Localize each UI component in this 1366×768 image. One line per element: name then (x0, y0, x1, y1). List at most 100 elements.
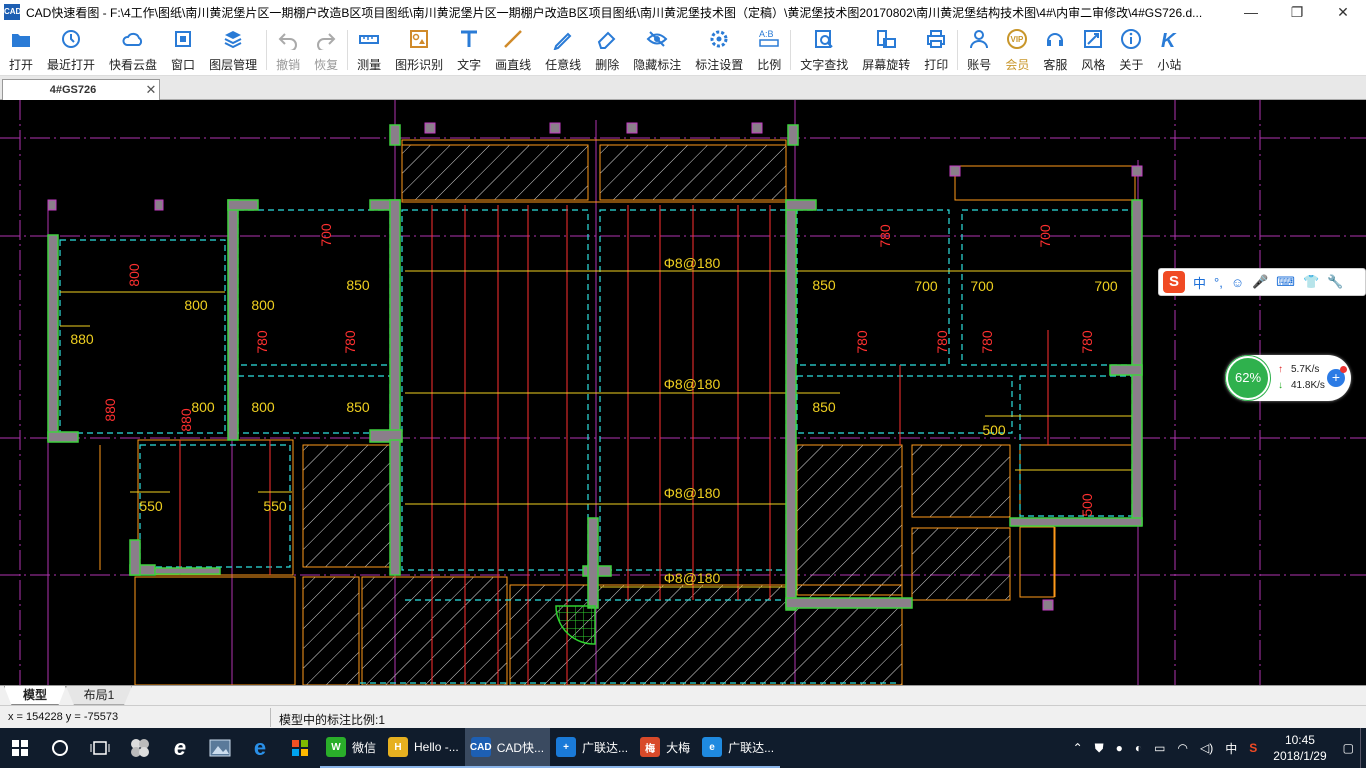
store-icon[interactable] (280, 728, 320, 768)
toolbar-cloud-button[interactable]: 快看云盘 (102, 24, 164, 74)
close-button[interactable]: ✕ (1320, 0, 1366, 24)
dimension-label: 850 (812, 277, 836, 293)
toolbar-redo-button[interactable]: 恢复 (307, 24, 345, 74)
qq-icon[interactable]: ● (1110, 741, 1129, 755)
rebar-label: Φ8@180 (664, 376, 721, 392)
toolbar-printer-button[interactable]: 打印 (917, 24, 955, 74)
volume-icon[interactable]: ◁) (1194, 741, 1219, 755)
toolbar-button-label: 隐藏标注 (633, 58, 682, 72)
toolbar-scale-button[interactable]: A:B 比例 (750, 24, 788, 74)
ime-chinese-toggle[interactable]: 中 (1193, 273, 1206, 292)
close-tab-icon[interactable]: ✕ (143, 82, 159, 98)
toolbar-recent-clock-button[interactable]: 最近打开 (40, 24, 102, 74)
taskbar-app-hello-app[interactable]: H Hello -... (382, 728, 465, 768)
photo-viewer-icon[interactable] (200, 728, 240, 768)
taskbar-app-wechat[interactable]: W 微信 (320, 728, 383, 768)
dimension-label: 800 (251, 399, 275, 415)
minimize-button[interactable]: — (1228, 0, 1274, 24)
ime-settings-icon[interactable]: 🔧 (1327, 274, 1343, 290)
toolbar-window-button[interactable]: 窗口 (164, 24, 202, 74)
taskbar-app-dameimei[interactable]: 梅大梅 (634, 728, 697, 768)
memory-percent[interactable]: 62% (1226, 356, 1270, 400)
upload-speed-value: 5.7K/s (1291, 364, 1320, 375)
dimension-label: 700 (970, 278, 994, 294)
shield-icon[interactable]: ⛊ (1089, 741, 1110, 756)
edge-icon[interactable]: e (240, 728, 280, 768)
toolbar-site-k-button[interactable]: K 小站 (1150, 24, 1188, 74)
taskbar-app-cad-app[interactable]: CAD CAD快... (464, 728, 551, 768)
toolbar-rotate-screen-button[interactable]: 屏幕旋转 (855, 24, 917, 74)
dimension-label: 500 (982, 422, 1006, 438)
toolbar-vip-button[interactable]: VIP 会员 (998, 24, 1036, 74)
style-icon (1082, 28, 1104, 50)
task-view-icon[interactable] (80, 728, 120, 768)
battery-icon[interactable]: ▭ (1148, 741, 1171, 755)
wechat-tray-icon[interactable]: ◐ (1129, 741, 1148, 755)
toolbar-layers-button[interactable]: 图层管理 (202, 24, 264, 74)
toolbar-button-label: 画直线 (495, 58, 532, 72)
toolbar-text-button[interactable]: 文字 (450, 24, 488, 74)
dimension-label: 780 (1079, 330, 1095, 354)
sogou-tray-icon[interactable]: S (1243, 741, 1263, 755)
tab-model[interactable]: 模型 (4, 686, 66, 705)
svg-text:VIP: VIP (1011, 35, 1025, 44)
toolbar-text-search-button[interactable]: 文字查找 (793, 24, 855, 74)
tray-expand-icon[interactable]: ⌃ (1067, 741, 1089, 755)
toolbar-measure-button[interactable]: 测量 (350, 24, 388, 74)
dameimei-icon: 梅 (640, 737, 661, 757)
toolbar-button-label: 客服 (1043, 58, 1068, 72)
document-tab[interactable]: 4#GS726 ✕ (2, 79, 160, 100)
taskbar-app-label: CAD快... (496, 740, 545, 755)
toolbar-style-button[interactable]: 风格 (1074, 24, 1112, 74)
tray-ime-indicator[interactable]: 中 (1219, 740, 1243, 757)
toolbar-annotation-settings-button[interactable]: 标注设置 (688, 24, 750, 74)
pinwheel-app-icon[interactable] (120, 728, 160, 768)
upload-speed: ↑ 5.7K/s (1278, 364, 1319, 375)
taskbar-app-ie[interactable]: e 广联达... (696, 728, 781, 768)
toolbar-separator (790, 30, 792, 70)
ime-keyboard-icon[interactable]: ⌨ (1276, 274, 1295, 290)
ie-taskbar-icon[interactable]: e (160, 728, 200, 768)
drawing-canvas[interactable]: Φ8@180 Φ8@180 Φ8@180 Φ8@180 800 800 800 880 700 8… (0, 100, 1366, 685)
site-k-icon: K (1158, 28, 1180, 50)
tab-layout1[interactable]: 布局1 (66, 686, 132, 705)
toolbar-button-label: 小站 (1157, 58, 1182, 72)
toolbar-button-label: 任意线 (545, 58, 582, 72)
search-circle-icon[interactable] (40, 728, 80, 768)
cad-drawing[interactable]: Φ8@180Φ8@180Φ8@180Φ8@180800 8008008807008… (0, 100, 1366, 685)
show-desktop-button[interactable] (1360, 728, 1366, 768)
toolbar-undo-button[interactable]: 撤销 (269, 24, 307, 74)
toolbar-line-button[interactable]: 画直线 (488, 24, 538, 74)
toolbar-shape-recognize-button[interactable]: 图形识别 (388, 24, 450, 74)
ime-skin-icon[interactable]: 👕 (1303, 274, 1319, 290)
download-speed-value: 41.8K/s (1291, 380, 1325, 391)
start-windows-icon[interactable] (0, 728, 40, 768)
action-center-icon[interactable]: ▢ (1337, 741, 1360, 755)
toolbar-info-button[interactable]: 关于 (1112, 24, 1150, 74)
rebar-label: Φ8@180 (664, 485, 721, 501)
cad-app-icon: CAD (4, 4, 21, 20)
network-monitor[interactable]: 62% ↑ 5.7K/s ↓ 41.8K/s + (1225, 355, 1351, 401)
sogou-logo-icon[interactable]: S (1163, 271, 1185, 293)
taskbar-app-glodon[interactable]: + 广联达... (550, 728, 635, 768)
toolbar-pen-button[interactable]: 任意线 (538, 24, 588, 74)
dimension-label: 780 (854, 330, 870, 354)
dimension-label: 850 (346, 277, 370, 293)
ime-punctuation-icon[interactable]: °, (1214, 275, 1223, 290)
toolbar-headset-button[interactable]: 客服 (1036, 24, 1074, 74)
maximize-button[interactable]: ❐ (1274, 0, 1320, 24)
wifi-icon[interactable]: ◠ (1172, 741, 1194, 755)
toolbar-account-button[interactable]: 账号 (960, 24, 998, 74)
taskbar-clock[interactable]: 10:45 2018/1/29 (1263, 732, 1336, 764)
wechat-icon: W (326, 737, 346, 757)
ime-emoji-icon[interactable]: ☺ (1231, 275, 1244, 290)
toolbar-eraser-button[interactable]: 删除 (588, 24, 626, 74)
toolbar-hide-eye-button[interactable]: 隐藏标注 (626, 24, 688, 74)
taskbar-app-label: 微信 (352, 740, 377, 755)
toolbar-button-label: 风格 (1081, 58, 1106, 72)
ime-toolbar[interactable]: S 中 °, ☺ 🎤 ⌨ 👕 🔧 (1158, 268, 1366, 296)
eraser-icon (596, 28, 618, 50)
windows-taskbar: e e W 微信 H Hello -... CAD CAD快... + 广联达... 梅大梅 e 广… (0, 728, 1366, 768)
toolbar-folder-open-button[interactable]: 打开 (2, 24, 40, 74)
ime-voice-icon[interactable]: 🎤 (1252, 274, 1268, 290)
